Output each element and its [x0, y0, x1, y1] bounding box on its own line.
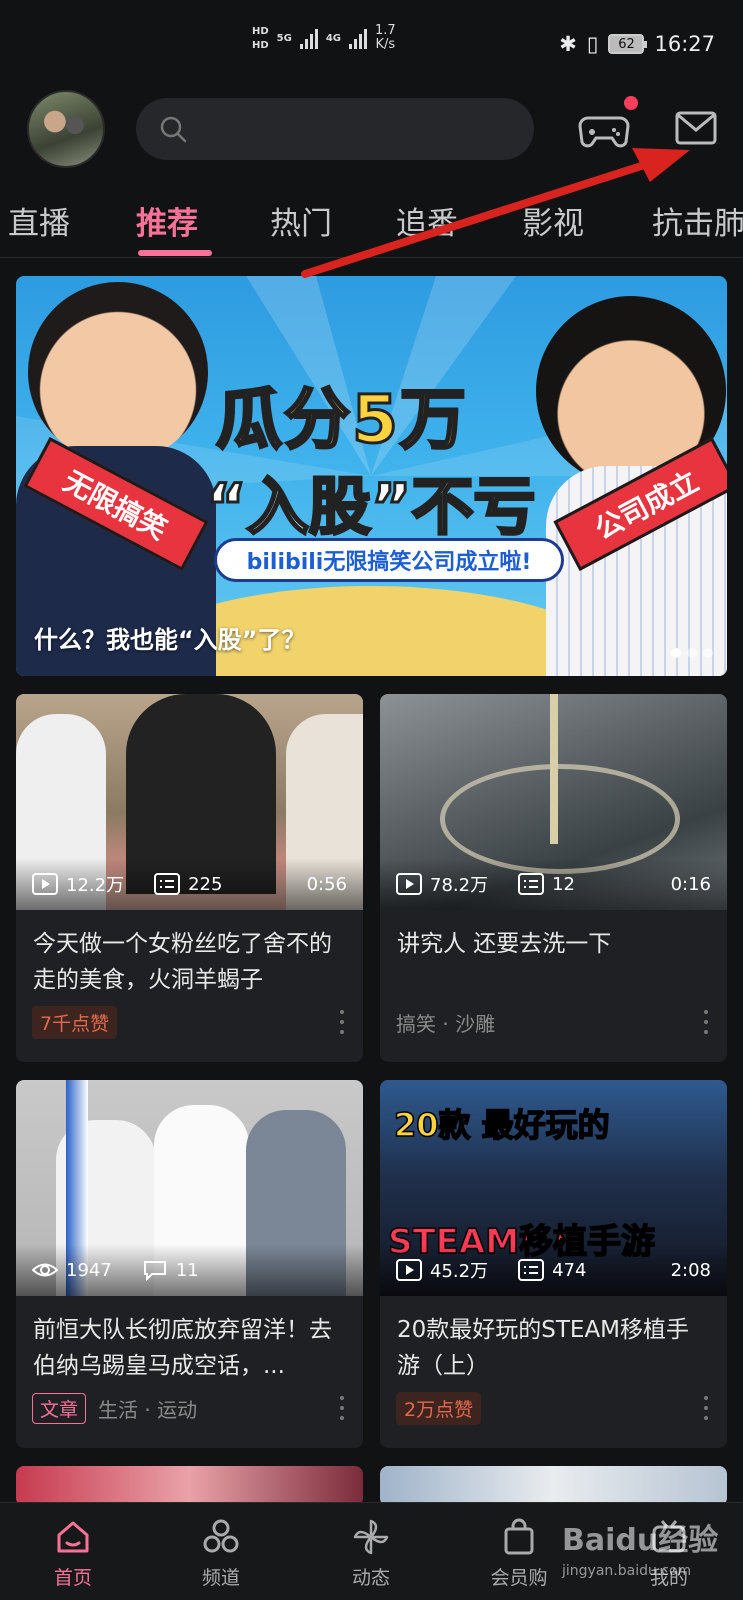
eye-icon [32, 1263, 58, 1277]
video-thumbnail: 78.2万 12 0:16 [380, 694, 727, 910]
home-icon [57, 1521, 89, 1553]
danmaku-count: 474 [552, 1259, 587, 1281]
tab-hot[interactable]: 热门 [270, 198, 332, 243]
category-label: 搞笑 · 沙雕 [396, 1011, 496, 1036]
play-count-icon [396, 1259, 422, 1281]
search-bar[interactable] [136, 98, 534, 160]
video-title: 今天做一个女粉丝吃了舍不的走的美食，火洞羊蝎子 [33, 931, 332, 993]
danmaku-count: 225 [188, 873, 223, 895]
video-card[interactable]: 12.2万 225 0:56 今天做一个女粉丝吃了舍不的走的美食，火洞羊蝎子 7… [16, 694, 363, 1062]
video-duration: 0:16 [670, 873, 711, 895]
play-count-icon [396, 873, 422, 895]
mail-icon[interactable] [674, 110, 718, 146]
category-label: 生活 · 运动 [98, 1397, 198, 1422]
article-card[interactable]: 1947 11 前恒大队长彻底放弃留洋！去伯纳乌踢皇马成空话，... 文章 生活… [16, 1080, 363, 1448]
danmaku-count: 12 [552, 873, 575, 895]
article-title: 前恒大队长彻底放弃留洋！去伯纳乌踢皇马成空话，... [33, 1317, 332, 1379]
nav-home[interactable]: 首页 [28, 1517, 118, 1590]
like-badge: 7千点赞 [32, 1005, 118, 1039]
banner-title-line2: “入股”不亏 [205, 469, 537, 545]
hd-badge-2: HD [252, 39, 269, 51]
video-title: 20款最好玩的STEAM移植手游（上） [397, 1317, 690, 1379]
video-duration: 0:56 [306, 873, 347, 895]
bluetooth-icon: ✱ [559, 32, 577, 56]
article-tag: 文章 [32, 1392, 87, 1424]
video-thumbnail: 20款 最好玩的 STEAM移植手游 45.2万 474 2:08 [380, 1080, 727, 1296]
status-bar: HD HD 5G 4G 1.7 K/s ✱ ▯ 62 16:27 [0, 0, 743, 90]
tab-live[interactable]: 直播 [8, 198, 70, 243]
net-speed: 1.7 K/s [375, 23, 396, 52]
channel-icon [203, 1519, 239, 1553]
like-badge: 2万点赞 [396, 1391, 482, 1425]
video-card-partial[interactable] [380, 1466, 727, 1506]
battery-icon: 62 [608, 34, 648, 54]
danmaku-icon [154, 873, 181, 895]
article-stats: 1947 11 [16, 1244, 363, 1296]
tab-anime[interactable]: 追番 [396, 198, 458, 243]
signal-icon-2 [349, 27, 368, 49]
net-type-2: 4G [325, 32, 342, 44]
more-options-icon[interactable] [339, 1010, 345, 1034]
video-duration: 2:08 [670, 1259, 711, 1281]
video-stats: 78.2万 12 0:16 [380, 858, 727, 910]
nav-dynamic[interactable]: 动态 [326, 1517, 416, 1590]
net-type-1: 5G [276, 32, 292, 44]
divider [0, 257, 743, 258]
vibrate-icon: ▯ [586, 32, 599, 56]
banner-strip: bilibili无限搞笑公司成立啦! [214, 538, 564, 582]
shop-icon [504, 1518, 534, 1555]
comment-count: 11 [175, 1259, 199, 1281]
banner-caption: 什么？我也能“入股”了？ [34, 626, 306, 654]
tab-recommend[interactable]: 推荐 [136, 198, 198, 243]
view-count: 1947 [66, 1259, 112, 1281]
view-count: 45.2万 [430, 1261, 489, 1282]
notification-dot [624, 96, 638, 110]
video-card[interactable]: 78.2万 12 0:16 讲究人 还要去洗一下 搞笑 · 沙雕 [380, 694, 727, 1062]
category-tabs: 直播 推荐 热门 追番 影视 抗击肺 [0, 190, 743, 254]
more-options-icon[interactable] [703, 1010, 709, 1034]
video-stats: 45.2万 474 2:08 [380, 1244, 727, 1296]
article-thumbnail: 1947 11 [16, 1080, 363, 1296]
view-count: 12.2万 [66, 875, 125, 896]
play-count-icon [32, 873, 58, 895]
video-title: 讲究人 还要去洗一下 [397, 931, 612, 957]
danmaku-icon [518, 1259, 545, 1281]
video-thumbnail: 12.2万 225 0:56 [16, 694, 363, 910]
user-avatar[interactable] [27, 90, 105, 168]
banner-character-left [28, 282, 208, 462]
video-card[interactable]: 20款 最好玩的 STEAM移植手游 45.2万 474 2:08 20款最好玩… [380, 1080, 727, 1448]
thumbnail-headline: 20款 最好玩的 [393, 1105, 610, 1145]
promo-banner[interactable]: 无限搞笑 公司成立 瓜分5万 “入股”不亏 bilibili无限搞笑公司成立啦!… [16, 276, 727, 676]
hd-badge-1: HD [252, 25, 269, 37]
search-icon [160, 116, 187, 143]
active-tab-indicator [138, 250, 212, 256]
tab-covid[interactable]: 抗击肺 [652, 198, 743, 243]
baidu-watermark: Baidu经验 jingyan.baidu.com [562, 1523, 719, 1579]
comment-icon [143, 1261, 166, 1281]
banner-pagination [671, 648, 713, 658]
view-count: 78.2万 [430, 875, 489, 896]
game-center-icon[interactable] [578, 108, 630, 152]
clock: 16:27 [654, 32, 715, 56]
nav-channel[interactable]: 频道 [176, 1517, 266, 1590]
nav-shop[interactable]: 会员购 [474, 1517, 564, 1590]
video-stats: 12.2万 225 0:56 [16, 858, 363, 910]
video-card-partial[interactable] [16, 1466, 363, 1506]
more-options-icon[interactable] [703, 1396, 709, 1420]
tab-movies[interactable]: 影视 [522, 198, 584, 243]
signal-icon [299, 27, 318, 49]
danmaku-icon [518, 873, 545, 895]
dynamic-icon [353, 1519, 389, 1555]
more-options-icon[interactable] [339, 1396, 345, 1420]
banner-title-line1: 瓜分5万 [215, 380, 468, 460]
